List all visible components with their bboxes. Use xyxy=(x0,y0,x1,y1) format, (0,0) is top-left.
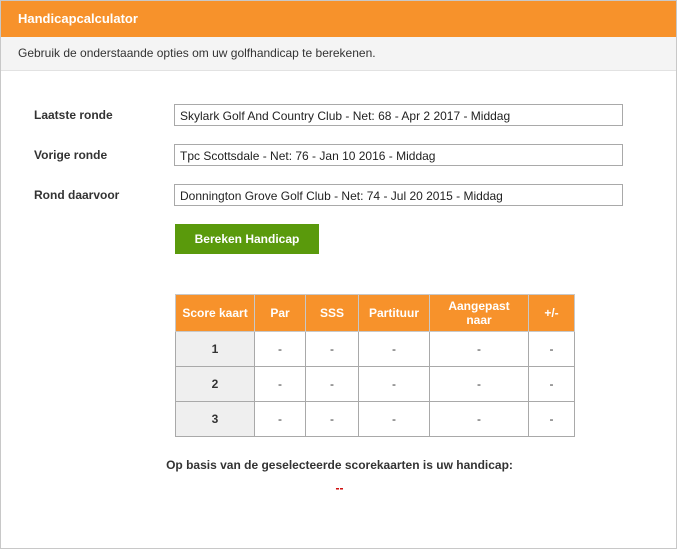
column-header: SSS xyxy=(305,294,359,332)
scorecard-table: Score kaart Par SSS Partituur Aangepast … xyxy=(175,294,575,437)
scorecard-number: 1 xyxy=(175,331,255,367)
table-cell: - xyxy=(254,331,306,367)
scorecard-number: 2 xyxy=(175,366,255,402)
column-header: +/- xyxy=(528,294,575,332)
table-cell: - xyxy=(358,366,430,402)
scorecard-number: 3 xyxy=(175,401,255,437)
handicap-result-label: Op basis van de geselecteerde scorekaart… xyxy=(166,458,513,472)
handicap-result-value: -- xyxy=(335,481,344,495)
column-header: Partituur xyxy=(358,294,430,332)
table-cell: - xyxy=(358,401,430,437)
handicap-calculator-panel: Handicapcalculator Gebruik de onderstaan… xyxy=(0,0,677,549)
table-cell: - xyxy=(429,366,529,402)
table-cell: - xyxy=(305,331,359,367)
table-cell: - xyxy=(305,401,359,437)
round-row-latest: Laatste ronde Skylark Golf And Country C… xyxy=(1,104,676,128)
table-row: 3 - - - - - xyxy=(175,401,575,437)
table-row: 1 - - - - - xyxy=(175,331,575,367)
column-header: Score kaart xyxy=(175,294,255,332)
round-select-previous[interactable]: Tpc Scottsdale - Net: 76 - Jan 10 2016 -… xyxy=(174,144,623,166)
table-row: 2 - - - - - xyxy=(175,366,575,402)
column-header: Aangepast naar xyxy=(429,294,529,332)
table-cell: - xyxy=(429,331,529,367)
round-label-before: Rond daarvoor xyxy=(34,188,120,202)
round-label-latest: Laatste ronde xyxy=(34,108,113,122)
round-row-before: Rond daarvoor Donnington Grove Golf Club… xyxy=(1,184,676,208)
table-cell: - xyxy=(429,401,529,437)
calculate-handicap-button[interactable]: Bereken Handicap xyxy=(175,224,319,254)
table-cell: - xyxy=(254,401,306,437)
round-select-latest[interactable]: Skylark Golf And Country Club - Net: 68 … xyxy=(174,104,623,126)
intro-text: Gebruik de onderstaande opties om uw gol… xyxy=(18,46,376,60)
table-cell: - xyxy=(358,331,430,367)
table-cell: - xyxy=(305,366,359,402)
panel-header: Handicapcalculator xyxy=(1,1,676,37)
round-label-previous: Vorige ronde xyxy=(34,148,108,162)
column-header: Par xyxy=(254,294,306,332)
table-cell: - xyxy=(528,401,575,437)
table-cell: - xyxy=(254,366,306,402)
panel-title: Handicapcalculator xyxy=(18,11,138,26)
table-header-row: Score kaart Par SSS Partituur Aangepast … xyxy=(175,294,575,332)
table-cell: - xyxy=(528,366,575,402)
round-select-before[interactable]: Donnington Grove Golf Club - Net: 74 - J… xyxy=(174,184,623,206)
round-row-previous: Vorige ronde Tpc Scottsdale - Net: 76 - … xyxy=(1,144,676,168)
intro-bar: Gebruik de onderstaande opties om uw gol… xyxy=(1,37,676,71)
table-cell: - xyxy=(528,331,575,367)
